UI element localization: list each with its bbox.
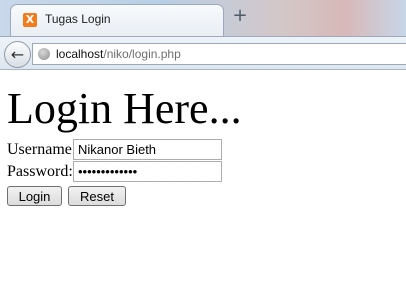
page-content: Login Here... Username: Password: Login … xyxy=(0,71,406,287)
xampp-icon: X xyxy=(23,13,37,27)
plus-icon[interactable]: + xyxy=(232,7,248,25)
back-button[interactable]: ← xyxy=(4,41,31,68)
url-text: localhost/niko/login.php xyxy=(56,47,181,61)
password-field[interactable] xyxy=(73,161,222,182)
login-button[interactable]: Login xyxy=(7,186,62,206)
address-bar[interactable]: localhost/niko/login.php xyxy=(32,43,406,65)
page-title: Login Here... xyxy=(7,84,242,133)
browser-tabstrip: X Tugas Login + xyxy=(0,0,406,36)
tab-title: Tugas Login xyxy=(45,12,111,26)
back-arrow-icon: ← xyxy=(10,45,25,64)
reset-button[interactable]: Reset xyxy=(68,186,126,206)
username-label: Username: xyxy=(7,141,77,158)
navigation-bar: ← localhost/niko/login.php xyxy=(0,36,406,70)
url-host: localhost xyxy=(56,47,104,61)
globe-icon xyxy=(38,48,50,60)
url-path: /niko/login.php xyxy=(103,47,181,61)
username-field[interactable] xyxy=(73,139,222,160)
browser-tab[interactable]: X Tugas Login xyxy=(10,4,224,36)
password-label: Password: xyxy=(7,163,73,180)
